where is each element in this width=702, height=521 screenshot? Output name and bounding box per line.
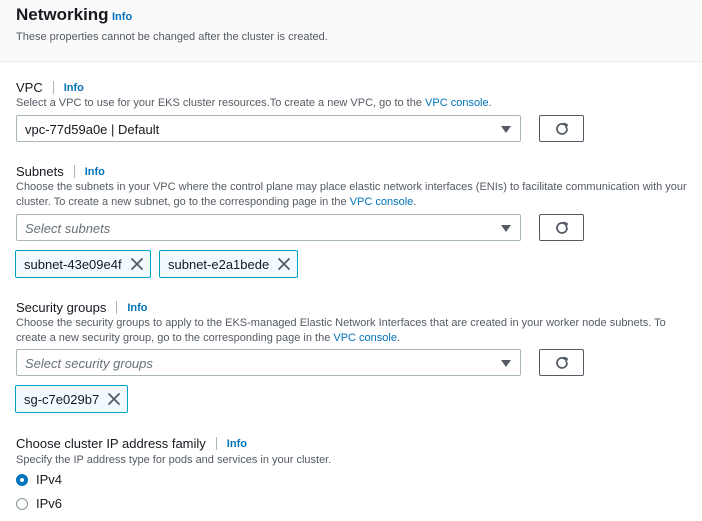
radio-label-ipv4: IPv4	[36, 472, 63, 487]
vpc-description: Select a VPC to use for your EKS cluster…	[16, 96, 696, 111]
security-groups-info-link[interactable]: Info	[127, 302, 147, 314]
security-groups-label-row: Security groups Info	[16, 300, 148, 315]
section-description: These properties cannot be changed after…	[16, 31, 328, 43]
vpc-console-link[interactable]: VPC console	[425, 97, 489, 109]
close-icon[interactable]	[107, 392, 121, 406]
caret-down-icon	[501, 360, 511, 367]
close-icon[interactable]	[130, 257, 144, 271]
section-title: Networking	[16, 5, 109, 24]
subnet-token: subnet-e2a1bede	[159, 250, 299, 278]
refresh-icon	[555, 356, 568, 369]
vpc-select[interactable]: vpc-77d59a0e | Default	[16, 115, 521, 142]
token-label: sg-c7e029b7	[24, 391, 100, 407]
subnet-token: subnet-43e09e4f	[15, 250, 151, 278]
subnets-label: Subnets	[16, 164, 64, 179]
radio-ipv4[interactable]: IPv4	[16, 472, 62, 487]
security-groups-description-suffix: .	[396, 332, 401, 344]
radio-label-ipv6: IPv6	[36, 496, 63, 511]
refresh-icon	[555, 122, 568, 135]
token-label: subnet-43e09e4f	[24, 256, 122, 272]
label-separator	[73, 165, 75, 178]
caret-down-icon	[501, 126, 511, 133]
token-label: subnet-e2a1bede	[168, 256, 270, 272]
label-separator	[215, 437, 217, 450]
radio-button-selected[interactable]	[16, 473, 28, 486]
vpc-description-text: Select a VPC to use for your EKS cluster…	[16, 97, 426, 109]
subnets-info-link[interactable]: Info	[85, 166, 105, 178]
vpc-label: VPC	[16, 80, 43, 95]
vpc-description-suffix: .	[488, 97, 492, 109]
vpc-console-link[interactable]: VPC console	[350, 196, 414, 208]
subnets-label-row: Subnets Info	[16, 164, 105, 179]
subnets-select[interactable]: Select subnets	[16, 214, 521, 241]
refresh-icon	[555, 221, 568, 234]
vpc-info-link[interactable]: Info	[64, 82, 84, 94]
security-group-token: sg-c7e029b7	[15, 385, 129, 413]
vpc-label-row: VPC Info	[16, 80, 84, 95]
security-groups-label: Security groups	[16, 300, 107, 315]
security-groups-placeholder: Select security groups	[25, 356, 153, 371]
close-icon[interactable]	[277, 257, 291, 271]
ip-family-label-row: Choose cluster IP address family Info	[16, 436, 247, 451]
subnets-description: Choose the subnets in your VPC where the…	[16, 180, 696, 210]
caret-down-icon	[501, 225, 511, 232]
radio-button[interactable]	[16, 497, 28, 510]
ip-family-info-link[interactable]: Info	[227, 438, 247, 450]
label-separator	[52, 81, 54, 94]
ip-family-label: Choose cluster IP address family	[16, 436, 206, 451]
subnets-placeholder: Select subnets	[25, 221, 111, 236]
security-groups-description: Choose the security groups to apply to t…	[16, 316, 696, 346]
networking-header: Networking Info These properties cannot …	[0, 0, 702, 62]
vpc-selected-value: vpc-77d59a0e | Default	[25, 122, 160, 137]
networking-info-link[interactable]: Info	[112, 11, 132, 23]
ip-family-description: Specify the IP address type for pods and…	[16, 454, 332, 466]
subnets-description-suffix: .	[413, 196, 417, 208]
label-separator	[116, 301, 118, 314]
security-groups-refresh-button[interactable]	[539, 349, 584, 376]
vpc-refresh-button[interactable]	[539, 115, 584, 142]
subnets-refresh-button[interactable]	[539, 214, 584, 241]
security-groups-select[interactable]: Select security groups	[16, 349, 521, 376]
vpc-console-link[interactable]: VPC console	[333, 332, 397, 344]
radio-ipv6[interactable]: IPv6	[16, 496, 62, 511]
